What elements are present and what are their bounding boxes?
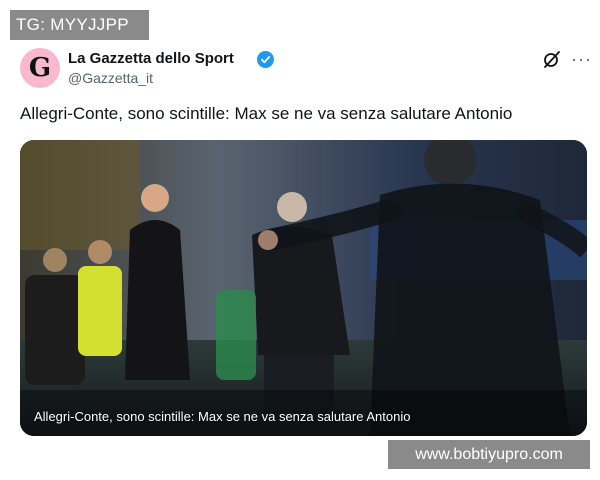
media-caption: Allegri-Conte, sono scintille: Max se ne… — [34, 409, 411, 424]
match-photo — [20, 140, 587, 436]
more-icon[interactable]: ··· — [571, 49, 592, 70]
user-handle[interactable]: @Gazzetta_it — [68, 70, 153, 86]
tg-watermark-badge: TG: MYYJJPP — [10, 10, 149, 40]
tweet-media-image[interactable]: Allegri-Conte, sono scintille: Max se ne… — [20, 140, 587, 436]
site-watermark-badge: www.bobtiyupro.com — [388, 440, 590, 469]
grok-icon[interactable] — [543, 50, 561, 68]
avatar[interactable]: G — [20, 48, 60, 88]
verified-badge-icon — [257, 51, 274, 68]
avatar-letter: G — [28, 53, 52, 83]
display-name[interactable]: La Gazzetta dello Sport — [68, 50, 234, 67]
tweet-text: Allegri-Conte, sono scintille: Max se ne… — [20, 104, 513, 123]
tweet-header: G La Gazzetta dello Sport @Gazzetta_it ·… — [20, 48, 591, 90]
